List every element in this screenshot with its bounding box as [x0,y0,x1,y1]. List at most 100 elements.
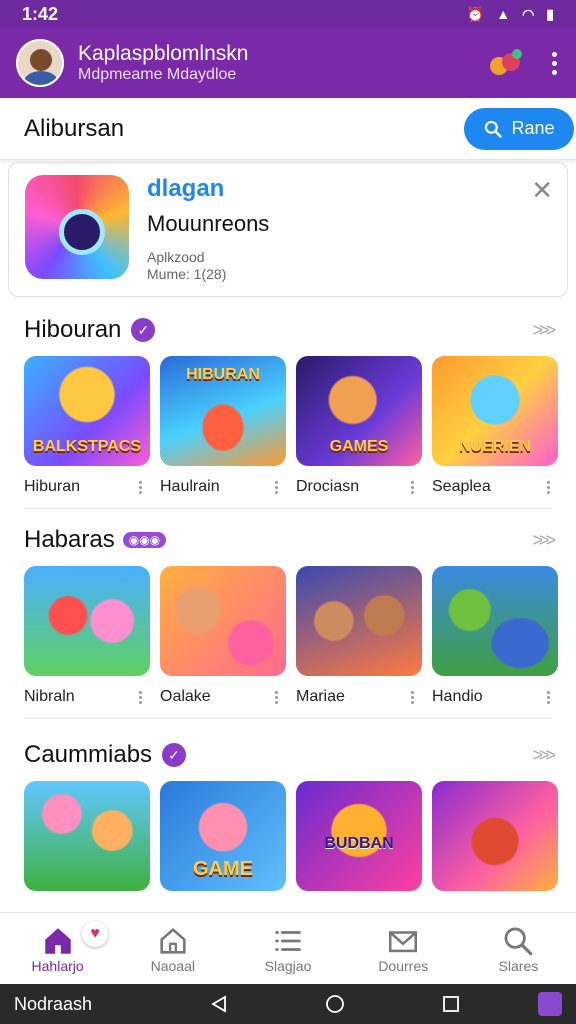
status-icons: ⏰ ▲ ◠ ▮ [467,6,554,23]
app-tile-label: Oalake [160,688,211,705]
app-tile[interactable] [432,781,558,903]
nav-item-slares[interactable]: Slares [461,913,576,984]
page-title: Alibursan [24,114,125,142]
list-icon [275,930,301,951]
app-tile[interactable] [24,781,150,903]
search-header: Alibursan Rane [0,98,576,160]
search-button-label: Rane [511,118,555,138]
tile-art-text: GAME [193,858,253,880]
featured-meta: Aplkzood Mume: 1(28) [147,249,551,283]
section-header: Hibouran ✓ >>> [0,310,576,350]
app-tile[interactable]: NUERIEN Seaplea [432,356,558,496]
app-title: Kaplaspblomlnskn [78,42,249,65]
app-tile-image [432,566,558,676]
app-tile[interactable]: Oalake [160,566,286,706]
system-buttons [209,994,461,1014]
nav-label: Hahlarjo [31,957,84,974]
app-tile[interactable]: Nibraln [24,566,150,706]
tile-menu-icon[interactable] [411,480,414,494]
app-tile-label: Haulrain [160,478,220,495]
app-tile-image [296,566,422,676]
tile-row: GAME BUDBAN [0,781,576,903]
see-more-arrow-icon[interactable]: >>> [532,530,555,551]
section-title: Habaras [24,526,115,553]
avatar[interactable] [16,39,64,87]
app-tile[interactable]: Handio [432,566,558,706]
app-tile-label: Mariae [296,688,345,705]
featured-meta-2: Mume: 1(28) [147,266,227,282]
tile-menu-icon[interactable] [139,480,142,494]
app-tile[interactable]: BALKSTPACS Hiburan [24,356,150,496]
nav-label: Slagjao [264,957,312,974]
tile-art-text: BALKSTPACS [32,438,142,455]
section-hiburan: Hibouran ✓ >>> BALKSTPACS Hiburan HIBURA… [0,310,576,509]
system-nav-label: Nodraash [14,993,93,1014]
notification-icon[interactable] [490,49,524,75]
home-icon [44,927,71,954]
app-tile[interactable]: GAME [160,781,286,903]
nav-label: Naoaal [150,957,195,974]
divider [24,718,552,719]
app-bar-text: Kaplaspblomlnskn Mdpmeame Mdaydloe [78,42,490,84]
app-tile[interactable]: GAMES Drociasn [296,356,422,496]
mail-icon [389,930,418,952]
tile-art-text: BUDBAN [324,835,394,852]
featured-text: dlagan Mouunreons Aplkzood Mume: 1(28) [147,175,551,284]
app-tile-image: BUDBAN [296,781,422,891]
more-options-icon[interactable] [548,51,560,75]
tile-menu-icon[interactable] [139,690,142,704]
tile-row: BALKSTPACS Hiburan HIBURAN Haulrain GAME… [0,356,576,496]
app-tile-label: Seaplea [432,478,491,495]
search-icon [485,120,503,138]
app-tile-image: GAME [160,781,286,891]
nav-item-naoaal[interactable]: Naoaal [115,913,230,984]
tile-menu-icon[interactable] [547,480,550,494]
nav-item-dourres[interactable]: Dourres [346,913,461,984]
app-tile-image [160,566,286,676]
verified-badge-icon: ✓ [131,318,156,342]
featured-card[interactable]: dlagan Mouunreons Aplkzood Mume: 1(28) ✕ [8,162,568,297]
tile-menu-icon[interactable] [547,690,550,704]
app-tile-image: BALKSTPACS [24,356,150,466]
app-tile[interactable]: BUDBAN [296,781,422,903]
recents-icon[interactable] [441,994,461,1014]
app-shortcut-icon[interactable] [537,992,562,1016]
section-caummiabs: Caummiabs ✓ >>> GAME BUDBAN [0,735,576,903]
featured-brand: dlagan [147,175,225,202]
divider [24,508,552,509]
see-more-arrow-icon[interactable]: >>> [532,745,555,766]
section-header: Habaras ◉◉◉ >>> [0,520,576,560]
see-more-arrow-icon[interactable]: >>> [532,320,555,341]
tile-art-text: GAMES [329,438,389,455]
home-circle-icon[interactable] [325,994,345,1014]
featured-meta-1: Aplkzood [147,249,205,265]
bottom-nav: Hahlarjo ♥ Naoaal Slagjao Dourres Slares [0,912,576,984]
search-button[interactable]: Rane [464,107,574,150]
app-tile-image: HIBURAN [160,356,286,466]
app-tile-label: Handio [432,688,483,705]
search-icon [504,927,533,955]
section-header: Caummiabs ✓ >>> [0,735,576,775]
status-bar: 1:42 ⏰ ▲ ◠ ▮ [0,0,576,28]
tile-menu-icon[interactable] [275,480,278,494]
battery-icon: ▮ [546,5,554,22]
status-time: 1:42 [22,3,59,24]
app-subtitle: Mdpmeame Mdaydloe [78,66,237,83]
app-tile[interactable]: Mariae [296,566,422,706]
nav-item-slagjao[interactable]: Slagjao [230,913,345,984]
close-icon[interactable]: ✕ [531,175,553,206]
app-tile-image [24,781,150,891]
back-icon[interactable] [209,994,229,1014]
app-tile-label: Drociasn [296,478,360,495]
wifi-icon: ◠ [522,5,535,22]
nav-item-home[interactable]: Hahlarjo ♥ [0,913,115,984]
heart-icon: ♥ [82,921,108,947]
app-tile[interactable]: HIBURAN Haulrain [160,356,286,496]
featured-app-icon [25,175,129,279]
section-habaras: Habaras ◉◉◉ >>> Nibraln Oalake Mariae Ha… [0,520,576,719]
nav-label: Slares [498,957,539,974]
app-tile-image: NUERIEN [432,356,558,466]
tile-menu-icon[interactable] [275,690,278,704]
tile-menu-icon[interactable] [411,690,414,704]
app-tile-label: Hiburan [24,478,81,495]
